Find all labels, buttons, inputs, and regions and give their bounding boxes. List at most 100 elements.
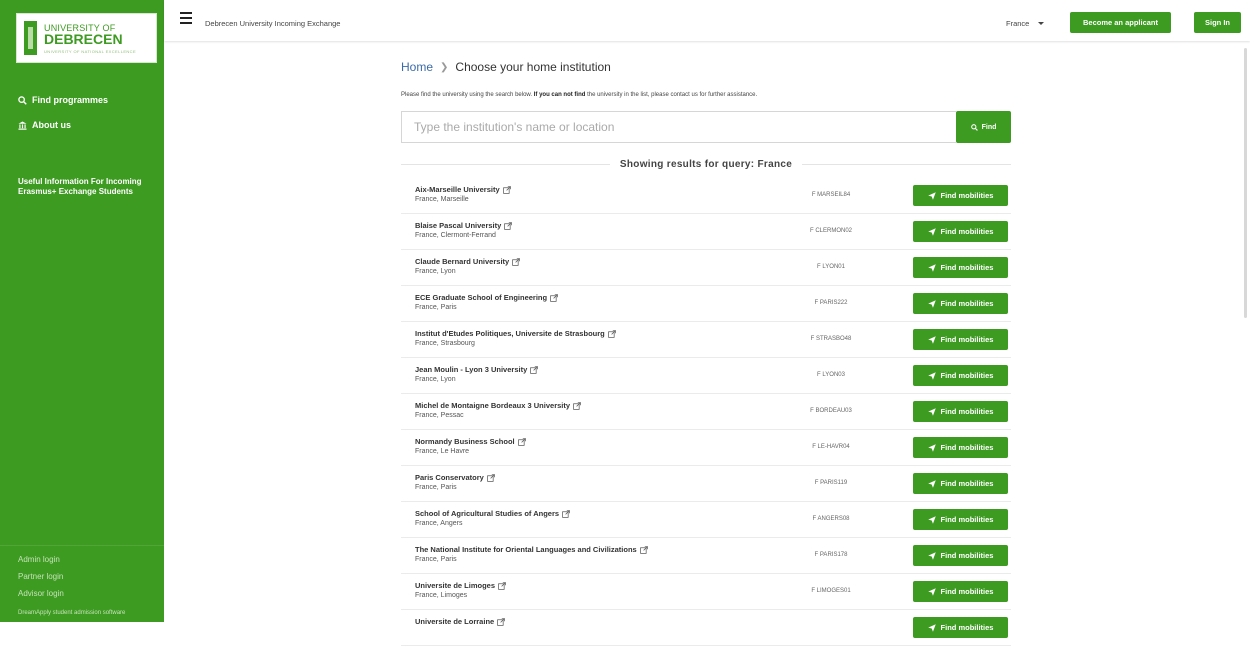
university-logo[interactable]: UNIVERSITY OF DEBRECEN UNIVERSITY OF NAT…	[16, 13, 157, 63]
result-row: ECE Graduate School of Engineering France…	[401, 286, 1011, 322]
find-mobilities-button[interactable]: Find mobilities	[913, 221, 1008, 242]
find-mobilities-label: Find mobilities	[940, 263, 994, 272]
sidebar-item-useful-info[interactable]: Useful Information For Incoming Erasmus+…	[18, 177, 158, 197]
institution-name: Michel de Montaigne Bordeaux 3 Universit…	[415, 401, 581, 410]
institution-location: France, Marseille	[415, 196, 469, 203]
partner-login-link[interactable]: Partner login	[18, 571, 164, 588]
menu-icon[interactable]	[180, 12, 192, 24]
erasmus-code: F LE-HAVR04	[812, 444, 850, 450]
advisor-login-link[interactable]: Advisor login	[18, 588, 164, 605]
external-link-icon[interactable]	[502, 185, 511, 194]
result-row: Universite de Lorraine Find mobilities	[401, 610, 1011, 646]
logo-tagline: UNIVERSITY OF NATIONAL EXCELLENCE	[44, 49, 137, 54]
find-mobilities-button[interactable]: Find mobilities	[913, 401, 1008, 422]
institution-name: Claude Bernard University	[415, 257, 521, 266]
sidebar-item-label: Find programmes	[32, 95, 109, 105]
instructions-pre: Please find the university using the sea…	[401, 92, 534, 98]
software-credit-link[interactable]: DreamApply student admission software	[18, 610, 164, 616]
external-link-icon[interactable]	[639, 545, 648, 554]
institution-name-text: Institut d'Etudes Politiques, Universite…	[415, 329, 605, 338]
result-row: Michel de Montaigne Bordeaux 3 Universit…	[401, 394, 1011, 430]
institution-name-text: The National Institute for Oriental Lang…	[415, 545, 637, 554]
result-row: Universite de Limoges France, Limoges F LI…	[401, 574, 1011, 610]
find-mobilities-label: Find mobilities	[940, 515, 994, 524]
institution-name-text: ECE Graduate School of Engineering	[415, 293, 548, 302]
institution-name-text: Aix-Marseille University	[415, 185, 500, 194]
sidebar-item-label: About us	[32, 120, 71, 130]
external-link-icon[interactable]	[550, 293, 558, 302]
erasmus-code: F LYON03	[817, 372, 845, 378]
find-mobilities-button[interactable]: Find mobilities	[913, 473, 1008, 494]
sidebar-item-about-us[interactable]: About us	[18, 120, 71, 130]
erasmus-code: F LIMOGES01	[811, 588, 851, 594]
result-row: The National Institute for Oriental Lang…	[401, 538, 1011, 574]
institution-name: Jean Moulin - Lyon 3 University	[415, 365, 539, 374]
erasmus-code: F CLERMON02	[809, 228, 852, 234]
institution-name: Blaise Pascal University	[415, 221, 513, 230]
institution-name-text: Michel de Montaigne Bordeaux 3 Universit…	[415, 401, 571, 410]
external-link-icon[interactable]	[607, 329, 616, 338]
institution-name-text: Jean Moulin - Lyon 3 University	[415, 365, 528, 374]
result-row: Blaise Pascal University France, Clermont…	[401, 214, 1011, 250]
paper-plane-icon	[927, 515, 936, 524]
logo-line2: DEBRECEN	[44, 31, 123, 47]
sign-in-button[interactable]: Sign In	[1194, 12, 1241, 33]
sidebar-item-find-programmes[interactable]: Find programmes	[18, 95, 108, 105]
result-row: Jean Moulin - Lyon 3 University France, L…	[401, 358, 1011, 394]
external-link-icon[interactable]	[512, 257, 521, 266]
external-link-icon[interactable]	[573, 401, 581, 410]
find-mobilities-button[interactable]: Find mobilities	[913, 293, 1008, 314]
paper-plane-icon	[927, 299, 936, 308]
find-mobilities-button[interactable]: Find mobilities	[913, 581, 1008, 602]
erasmus-code: F ANGERS08	[812, 516, 850, 522]
divider	[401, 163, 610, 165]
find-mobilities-button[interactable]: Find mobilities	[913, 257, 1008, 278]
find-mobilities-label: Find mobilities	[940, 335, 994, 344]
find-mobilities-button[interactable]: Find mobilities	[913, 617, 1008, 638]
external-link-icon[interactable]	[504, 221, 513, 230]
instructions-text: Please find the university using the sea…	[401, 92, 757, 98]
find-mobilities-label: Find mobilities	[940, 371, 994, 380]
institution-name-text: Universite de Limoges	[415, 581, 496, 590]
institution-name: School of Agricultural Studies of Angers	[415, 509, 570, 518]
result-row: Normandy Business School France, Le Havre…	[401, 430, 1011, 466]
find-mobilities-label: Find mobilities	[940, 623, 994, 632]
country-selector[interactable]: France	[1006, 19, 1045, 28]
paper-plane-icon	[927, 551, 936, 560]
external-link-icon[interactable]	[562, 509, 570, 518]
find-mobilities-button[interactable]: Find mobilities	[913, 329, 1008, 350]
breadcrumb-home-link[interactable]: Home	[401, 60, 433, 74]
result-row: Paris Conservatory France, Paris F PARIS11…	[401, 466, 1011, 502]
find-mobilities-button[interactable]: Find mobilities	[913, 185, 1008, 206]
search-icon	[18, 95, 27, 105]
find-mobilities-button[interactable]: Find mobilities	[913, 509, 1008, 530]
sidebar: UNIVERSITY OF DEBRECEN UNIVERSITY OF NAT…	[0, 0, 164, 622]
find-mobilities-button[interactable]: Find mobilities	[913, 545, 1008, 566]
find-button[interactable]: Find	[956, 111, 1011, 143]
breadcrumb: Home ❯ Choose your home institution	[401, 60, 611, 74]
find-mobilities-label: Find mobilities	[940, 551, 994, 560]
admin-login-link[interactable]: Admin login	[18, 554, 164, 571]
paper-plane-icon	[927, 263, 936, 272]
external-link-icon[interactable]	[486, 473, 495, 482]
institution-icon	[18, 120, 27, 130]
external-link-icon[interactable]	[517, 437, 526, 446]
search-input[interactable]	[401, 111, 956, 143]
institution-location: France, Clermont-Ferrand	[415, 232, 496, 239]
chevron-down-icon	[1038, 22, 1045, 25]
find-mobilities-button[interactable]: Find mobilities	[913, 365, 1008, 386]
find-mobilities-label: Find mobilities	[940, 587, 994, 596]
external-link-icon[interactable]	[530, 365, 539, 374]
find-mobilities-button[interactable]: Find mobilities	[913, 437, 1008, 458]
institution-name: ECE Graduate School of Engineering	[415, 293, 558, 302]
result-row: Claude Bernard University France, Lyon F L…	[401, 250, 1011, 286]
erasmus-code: F PARIS222	[814, 300, 848, 306]
scrollbar[interactable]	[1244, 48, 1247, 318]
institution-name: Aix-Marseille University	[415, 185, 511, 194]
results-heading-text: Showing results for query: France	[619, 158, 793, 170]
external-link-icon[interactable]	[498, 581, 506, 590]
become-applicant-button[interactable]: Become an applicant	[1070, 12, 1171, 33]
page-title: Choose your home institution	[455, 60, 611, 74]
erasmus-code: F PARIS119	[814, 480, 848, 486]
chevron-right-icon: ❯	[440, 61, 449, 73]
